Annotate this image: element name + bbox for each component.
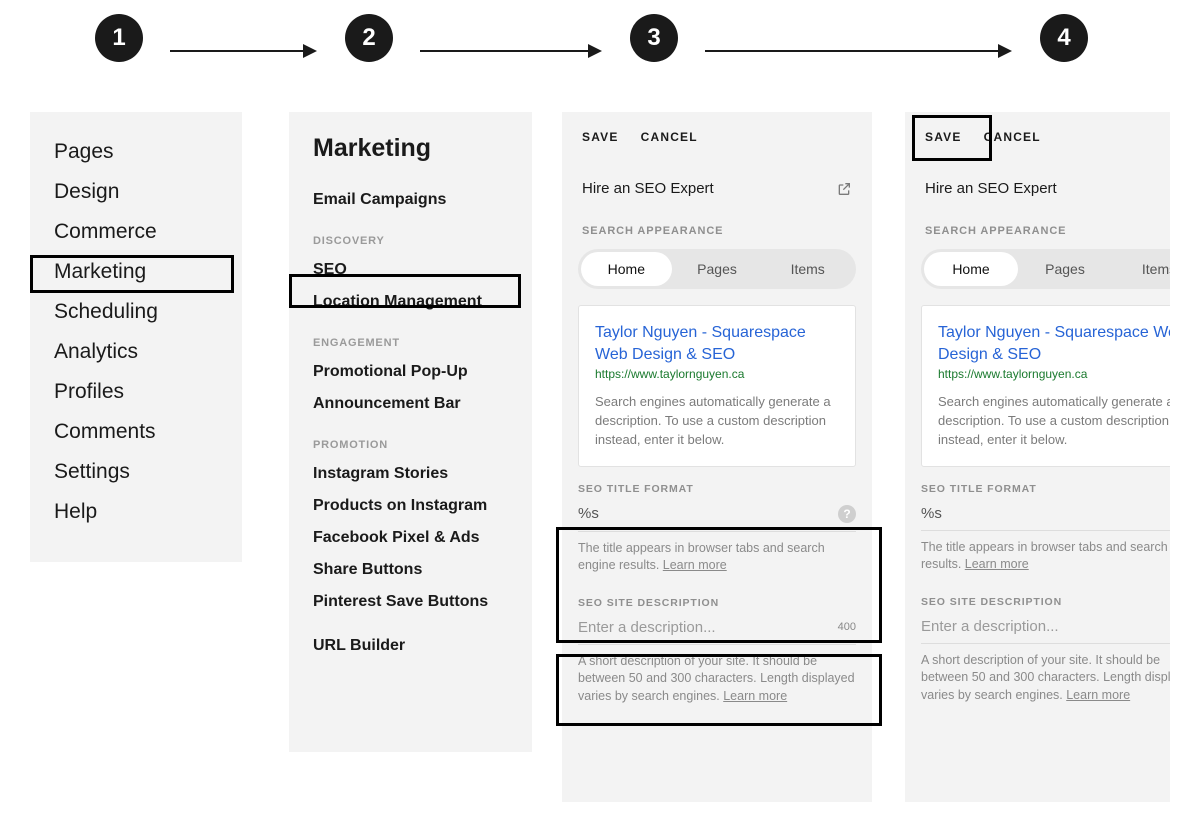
nav-analytics[interactable]: Analytics bbox=[54, 340, 218, 364]
seo-title-format-input[interactable] bbox=[578, 505, 830, 522]
preview-title[interactable]: Taylor Nguyen - Squarespace Web Design &… bbox=[938, 322, 1170, 365]
nav-settings[interactable]: Settings bbox=[54, 460, 218, 484]
step-circle-2: 2 bbox=[345, 14, 393, 62]
learn-more-link[interactable]: Learn more bbox=[663, 558, 727, 572]
nav-commerce[interactable]: Commerce bbox=[54, 220, 218, 244]
subnav-instagram-stories[interactable]: Instagram Stories bbox=[313, 465, 508, 483]
search-preview-card: Taylor Nguyen - Squarespace Web Design &… bbox=[578, 305, 856, 467]
section-discovery: DISCOVERY bbox=[313, 235, 508, 247]
nav-design[interactable]: Design bbox=[54, 180, 218, 204]
subnav-seo[interactable]: SEO bbox=[313, 261, 508, 279]
seo-settings-panel-step3: SAVE CANCEL Hire an SEO Expert SEARCH AP… bbox=[562, 112, 872, 802]
preview-url: https://www.taylornguyen.ca bbox=[595, 367, 839, 381]
preview-url: https://www.taylornguyen.ca bbox=[938, 367, 1170, 381]
section-search-appearance: SEARCH APPEARANCE bbox=[905, 221, 1170, 249]
step-circle-4: 4 bbox=[1040, 14, 1088, 62]
tab-items[interactable]: Items bbox=[1112, 252, 1170, 286]
section-search-appearance: SEARCH APPEARANCE bbox=[562, 221, 872, 249]
seo-site-desc-label: SEO SITE DESCRIPTION bbox=[578, 597, 856, 609]
nav-pages[interactable]: Pages bbox=[54, 140, 218, 164]
appearance-tabs: Home Pages Items bbox=[578, 249, 856, 289]
seo-title-format-note: The title appears in browser tabs and se… bbox=[921, 539, 1170, 574]
seo-site-desc-block: SEO SITE DESCRIPTION A short description… bbox=[921, 596, 1170, 705]
search-preview-card: Taylor Nguyen - Squarespace Web Design &… bbox=[921, 305, 1170, 467]
tab-pages[interactable]: Pages bbox=[1018, 252, 1112, 286]
tab-items[interactable]: Items bbox=[762, 252, 853, 286]
seo-site-desc-note: A short description of your site. It sho… bbox=[578, 653, 856, 706]
step-circle-3: 3 bbox=[630, 14, 678, 62]
subnav-share-buttons[interactable]: Share Buttons bbox=[313, 561, 508, 579]
nav-scheduling[interactable]: Scheduling bbox=[54, 300, 218, 324]
subnav-url-builder[interactable]: URL Builder bbox=[313, 637, 508, 655]
hire-seo-expert-link[interactable]: Hire an SEO Expert bbox=[925, 180, 1057, 197]
seo-site-desc-note: A short description of your site. It sho… bbox=[921, 652, 1170, 705]
seo-title-format-note: The title appears in browser tabs and se… bbox=[578, 540, 856, 575]
hire-seo-expert-link[interactable]: Hire an SEO Expert bbox=[582, 180, 714, 197]
arrow-3-4 bbox=[705, 50, 1010, 52]
step-indicator-row: 1 2 3 4 bbox=[0, 14, 1200, 74]
cancel-button[interactable]: CANCEL bbox=[641, 130, 698, 144]
panel-title-marketing: Marketing bbox=[313, 134, 508, 163]
seo-site-desc-label: SEO SITE DESCRIPTION bbox=[921, 596, 1170, 608]
save-button[interactable]: SAVE bbox=[582, 130, 619, 144]
section-engagement: ENGAGEMENT bbox=[313, 337, 508, 349]
appearance-tabs: Home Pages Items bbox=[921, 249, 1170, 289]
preview-title[interactable]: Taylor Nguyen - Squarespace Web Design &… bbox=[595, 322, 839, 365]
learn-more-link[interactable]: Learn more bbox=[1066, 688, 1130, 702]
subnav-location-management[interactable]: Location Management bbox=[313, 293, 508, 311]
step-circle-1: 1 bbox=[95, 14, 143, 62]
help-icon[interactable]: ? bbox=[838, 505, 856, 523]
nav-marketing[interactable]: Marketing bbox=[54, 260, 218, 284]
subnav-announcement-bar[interactable]: Announcement Bar bbox=[313, 395, 508, 413]
tab-pages[interactable]: Pages bbox=[672, 252, 763, 286]
seo-settings-panel-step4: SAVE CANCEL Hire an SEO Expert SEARCH AP… bbox=[905, 112, 1170, 802]
main-nav-panel: Pages Design Commerce Marketing Scheduli… bbox=[30, 112, 242, 562]
learn-more-link[interactable]: Learn more bbox=[965, 557, 1029, 571]
cancel-button[interactable]: CANCEL bbox=[984, 130, 1041, 144]
subnav-facebook-pixel[interactable]: Facebook Pixel & Ads bbox=[313, 529, 508, 547]
seo-title-format-block: SEO TITLE FORMAT The title appears in br… bbox=[921, 483, 1170, 574]
nav-profiles[interactable]: Profiles bbox=[54, 380, 218, 404]
seo-title-format-input[interactable] bbox=[921, 505, 1170, 522]
section-promotion: PROMOTION bbox=[313, 439, 508, 451]
seo-site-desc-block: SEO SITE DESCRIPTION 400 A short descrip… bbox=[578, 597, 856, 706]
char-counter: 400 bbox=[838, 621, 856, 633]
seo-title-format-label: SEO TITLE FORMAT bbox=[921, 483, 1170, 495]
seo-title-format-label: SEO TITLE FORMAT bbox=[578, 483, 856, 495]
preview-desc: Search engines automatically generate a … bbox=[595, 393, 839, 450]
save-button[interactable]: SAVE bbox=[925, 130, 962, 144]
external-link-icon bbox=[836, 181, 852, 197]
seo-site-desc-input[interactable] bbox=[921, 618, 1170, 635]
subnav-email-campaigns[interactable]: Email Campaigns bbox=[313, 191, 508, 209]
preview-desc: Search engines automatically generate a … bbox=[938, 393, 1170, 450]
subnav-pinterest-save[interactable]: Pinterest Save Buttons bbox=[313, 593, 508, 611]
seo-site-desc-input[interactable] bbox=[578, 619, 830, 636]
arrow-1-2 bbox=[170, 50, 315, 52]
subnav-promotional-popup[interactable]: Promotional Pop-Up bbox=[313, 363, 508, 381]
arrow-2-3 bbox=[420, 50, 600, 52]
nav-help[interactable]: Help bbox=[54, 500, 218, 524]
subnav-products-instagram[interactable]: Products on Instagram bbox=[313, 497, 508, 515]
marketing-subnav-panel: Marketing Email Campaigns DISCOVERY SEO … bbox=[289, 112, 532, 752]
seo-title-format-block: SEO TITLE FORMAT ? The title appears in … bbox=[578, 483, 856, 575]
tab-home[interactable]: Home bbox=[924, 252, 1018, 286]
nav-comments[interactable]: Comments bbox=[54, 420, 218, 444]
learn-more-link[interactable]: Learn more bbox=[723, 689, 787, 703]
tab-home[interactable]: Home bbox=[581, 252, 672, 286]
